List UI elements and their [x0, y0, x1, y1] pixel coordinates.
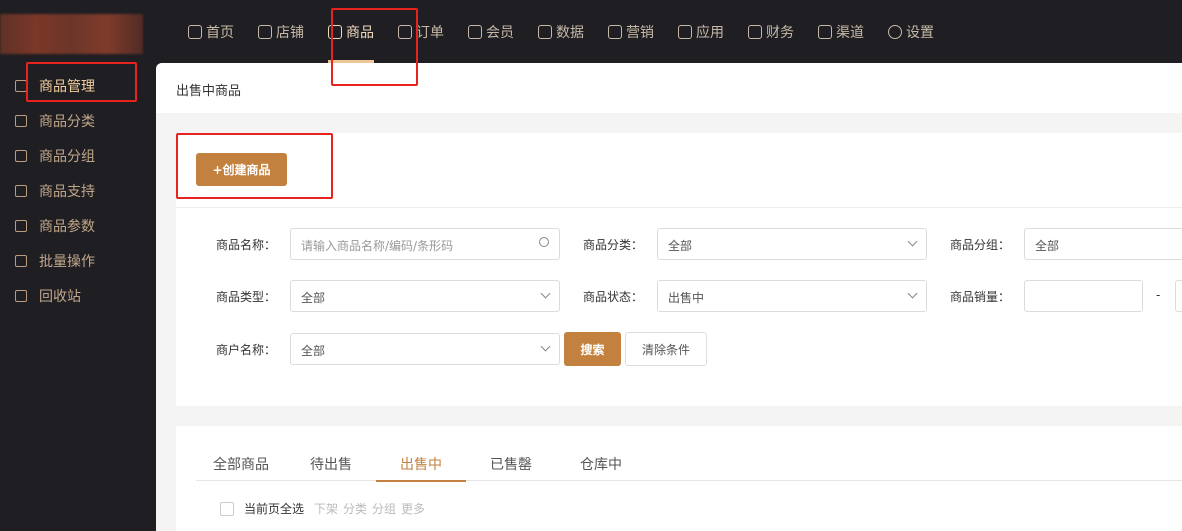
search-icon — [539, 237, 549, 247]
nav-label: 订单 — [416, 24, 444, 41]
sidebar-label: 批量操作 — [39, 253, 95, 270]
group-label: 商品分组： — [950, 238, 1011, 252]
nav-home[interactable]: 首页 — [176, 0, 246, 63]
chevron-down-icon — [907, 236, 918, 247]
home-icon — [188, 24, 202, 39]
merchant-select[interactable]: 全部 — [290, 333, 560, 365]
sidebar-item-batch[interactable]: 批量操作 — [0, 243, 156, 278]
select-all-label[interactable]: 当前页全选 — [244, 500, 304, 517]
sidebar-item-category[interactable]: 商品分类 — [0, 103, 156, 138]
thumb-up-icon — [15, 184, 27, 197]
gear-icon — [888, 24, 902, 39]
bulk-actions: 当前页全选 下架 分类 分组 更多 — [220, 500, 425, 517]
nav-channel[interactable]: 渠道 — [806, 0, 876, 63]
tab-on-sale[interactable]: 出售中 — [376, 454, 466, 482]
sales-label: 商品销量： — [950, 290, 1011, 304]
nav-label: 会员 — [486, 24, 514, 41]
search-button[interactable]: 搜索 — [564, 332, 621, 366]
name-label: 商品名称： — [216, 238, 277, 252]
status-label: 商品状态： — [583, 290, 644, 304]
logo — [0, 14, 143, 54]
merchant-label: 商户名称： — [216, 343, 277, 357]
divider — [176, 207, 1182, 208]
nav-data[interactable]: 数据 — [526, 0, 596, 63]
chevron-down-icon — [907, 288, 918, 299]
sidebar-item-params[interactable]: 商品参数 — [0, 208, 156, 243]
app-icon — [678, 24, 692, 39]
sidebar-item-recycle[interactable]: 回收站 — [0, 278, 156, 313]
nav-settings[interactable]: 设置 — [876, 0, 946, 63]
select-value: 出售中 — [668, 291, 705, 305]
nav-label: 渠道 — [836, 24, 864, 41]
nav-app[interactable]: 应用 — [666, 0, 736, 63]
status-tabs: 全部商品 待出售 出售中 已售罄 仓库中 — [196, 454, 1182, 482]
sidebar-label: 商品参数 — [39, 218, 95, 235]
top-nav: 首页 店铺 商品 订单 会员 数据 营销 应用 财务 渠道 设置 — [176, 0, 946, 63]
user-icon — [468, 24, 482, 39]
store-icon — [258, 24, 272, 39]
highlight-box — [26, 62, 137, 102]
clear-filters-button[interactable]: 清除条件 — [625, 332, 707, 366]
category-select[interactable]: 全部 — [657, 228, 927, 260]
yen-icon — [748, 24, 762, 39]
page-title: 出售中商品 — [156, 63, 1182, 113]
type-select[interactable]: 全部 — [290, 280, 560, 312]
sidebar-item-support[interactable]: 商品支持 — [0, 173, 156, 208]
chart-icon — [538, 24, 552, 39]
tag-icon — [608, 24, 622, 39]
nav-marketing[interactable]: 营销 — [596, 0, 666, 63]
bulk-group[interactable]: 分组 — [372, 500, 396, 517]
tab-warehouse[interactable]: 仓库中 — [556, 454, 646, 481]
nav-label: 财务 — [766, 24, 794, 41]
tab-pending[interactable]: 待出售 — [286, 454, 376, 481]
grid-icon — [15, 114, 27, 127]
bulk-more[interactable]: 更多 — [401, 500, 425, 517]
sidebar: 商品管理 商品分类 商品分组 商品支持 商品参数 批量操作 回收站 — [0, 68, 156, 313]
select-value: 全部 — [301, 291, 326, 305]
chevron-down-icon — [540, 288, 551, 299]
recycle-icon — [15, 289, 27, 302]
nav-label: 首页 — [206, 24, 234, 41]
sales-min-input[interactable] — [1024, 280, 1143, 312]
nav-label: 营销 — [626, 24, 654, 41]
select-value: 全部 — [1035, 239, 1060, 253]
chevron-down-icon — [540, 341, 551, 352]
folder-icon — [15, 149, 27, 162]
select-value: 全部 — [301, 344, 326, 358]
bulk-category[interactable]: 分类 — [343, 500, 367, 517]
nav-finance[interactable]: 财务 — [736, 0, 806, 63]
bulk-delist[interactable]: 下架 — [314, 500, 338, 517]
batch-icon — [15, 254, 27, 267]
nav-member[interactable]: 会员 — [456, 0, 526, 63]
document-icon — [15, 219, 27, 232]
nav-label: 数据 — [556, 24, 584, 41]
highlight-box — [331, 8, 418, 86]
tab-all[interactable]: 全部商品 — [196, 454, 286, 481]
sales-separator: - — [1156, 288, 1161, 302]
category-label: 商品分类： — [583, 238, 644, 252]
sales-max-input[interactable] — [1175, 280, 1182, 312]
sidebar-label: 商品分组 — [39, 148, 95, 165]
channel-icon — [818, 24, 832, 39]
sidebar-label: 商品分类 — [39, 113, 95, 130]
status-select[interactable]: 出售中 — [657, 280, 927, 312]
sidebar-item-group[interactable]: 商品分组 — [0, 138, 156, 173]
type-label: 商品类型： — [216, 290, 277, 304]
nav-label: 店铺 — [276, 24, 304, 41]
placeholder: 请输入商品名称/编码/条形码 — [301, 239, 454, 253]
nav-label: 设置 — [906, 24, 934, 41]
sidebar-label: 回收站 — [39, 288, 81, 305]
nav-store[interactable]: 店铺 — [246, 0, 316, 63]
sidebar-label: 商品支持 — [39, 183, 95, 200]
nav-label: 应用 — [696, 24, 724, 41]
goods-list-card: 全部商品 待出售 出售中 已售罄 仓库中 当前页全选 下架 分类 分组 更多 — [176, 426, 1182, 531]
select-all-checkbox[interactable] — [220, 501, 234, 516]
highlight-box — [176, 133, 333, 199]
select-value: 全部 — [668, 239, 693, 253]
tab-sold-out[interactable]: 已售罄 — [466, 454, 556, 481]
goods-name-input[interactable]: 请输入商品名称/编码/条形码 — [290, 228, 560, 260]
group-select[interactable]: 全部 — [1024, 228, 1182, 260]
